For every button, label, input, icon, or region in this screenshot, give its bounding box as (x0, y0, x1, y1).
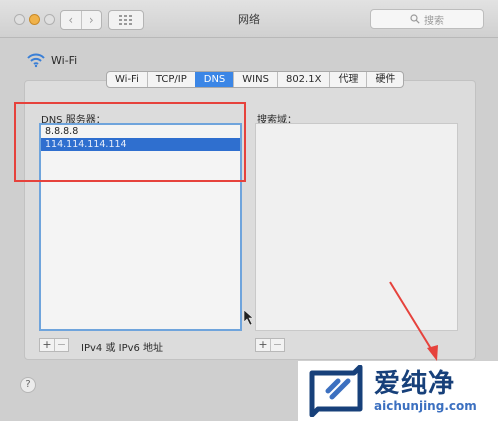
address-type-note: IPv4 或 IPv6 地址 (81, 343, 164, 354)
list-item-selected[interactable]: 114.114.114.114 (41, 138, 240, 151)
tab-dns[interactable]: DNS (194, 72, 234, 87)
search-add-remove: + − (255, 338, 285, 352)
tab-bar: Wi-Fi TCP/IP DNS WINS 802.1X 代理 硬件 (106, 71, 405, 88)
logo-icon (309, 365, 363, 417)
tab-hardware[interactable]: 硬件 (366, 72, 403, 87)
search-placeholder: 搜索 (424, 15, 444, 27)
search-icon (410, 14, 420, 24)
logo-name: 爱纯净 (374, 369, 456, 399)
logo-text: 爱纯净 aichunjing.com (374, 369, 477, 413)
remove-dns-button[interactable]: − (54, 339, 68, 351)
tab-8021x[interactable]: 802.1X (276, 72, 329, 87)
dns-panel: DNS 服务器： 搜索域： 8.8.8.8 114.114.114.114 + … (24, 80, 476, 360)
tab-wifi[interactable]: Wi-Fi (107, 72, 147, 87)
tab-wins[interactable]: WINS (233, 72, 277, 87)
logo-url: aichunjing.com (374, 399, 477, 413)
help-button[interactable]: ? (20, 377, 36, 393)
watermark-logo: 爱纯净 aichunjing.com (298, 361, 498, 421)
wifi-icon (27, 53, 45, 68)
dns-server-list[interactable]: 8.8.8.8 114.114.114.114 (39, 123, 242, 331)
add-search-domain-button[interactable]: + (256, 339, 270, 351)
tab-tcpip[interactable]: TCP/IP (146, 72, 195, 87)
remove-search-domain-button[interactable]: − (270, 339, 284, 351)
tab-proxy[interactable]: 代理 (329, 72, 366, 87)
network-name: Wi-Fi (51, 53, 78, 67)
list-item[interactable]: 8.8.8.8 (41, 125, 240, 138)
search-domain-list[interactable] (255, 123, 458, 331)
dns-add-remove: + − (39, 338, 69, 352)
title-bar: ‹ › 网络 搜索 (0, 0, 498, 38)
network-header: Wi-Fi (26, 52, 77, 68)
search-field[interactable]: 搜索 (370, 9, 484, 29)
add-dns-button[interactable]: + (40, 339, 54, 351)
